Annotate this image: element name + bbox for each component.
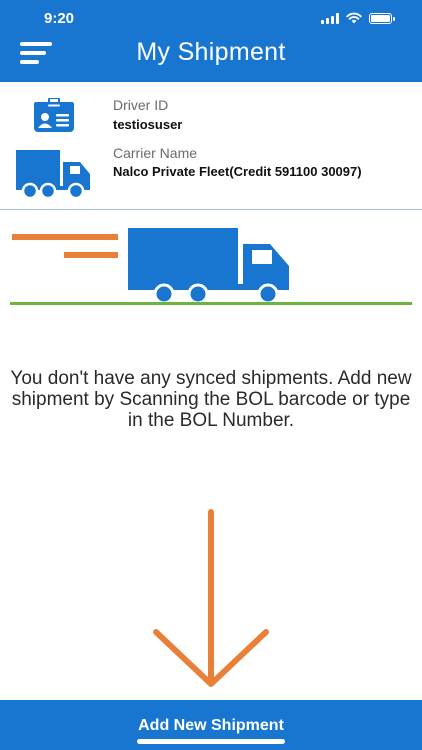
app-header: 9:20 My Shipment [0, 0, 422, 82]
add-new-shipment-label: Add New Shipment [138, 717, 284, 734]
driver-id-value: testiosuser [113, 117, 183, 132]
moving-truck-illustration [10, 228, 412, 305]
speed-line-long [12, 234, 118, 240]
carrier-name-label: Carrier Name [113, 145, 198, 161]
status-icons [321, 12, 395, 24]
id-card-icon [34, 98, 74, 132]
status-bar: 9:20 [0, 0, 422, 36]
wifi-icon [346, 12, 362, 24]
driver-id-label: Driver ID [113, 97, 169, 113]
carrier-row: Carrier Name Nalco Private Fleet(Credit … [0, 142, 422, 208]
home-indicator [137, 739, 285, 744]
signal-icon [321, 12, 339, 24]
carrier-name-value: Nalco Private Fleet(Credit 591100 30097) [113, 164, 362, 179]
speed-line-short [64, 252, 118, 258]
page-title: My Shipment [136, 38, 286, 66]
arrow-down-icon [153, 509, 269, 687]
driver-row: Driver ID testiosuser [0, 94, 422, 138]
driver-info-card: Driver ID testiosuser Carrier Name Nalco… [0, 82, 422, 210]
battery-icon [369, 12, 395, 24]
ground-line [10, 302, 412, 305]
truck-icon [16, 150, 90, 200]
empty-state-message: You don't have any synced shipments. Add… [10, 368, 412, 431]
status-time: 9:20 [44, 10, 75, 27]
